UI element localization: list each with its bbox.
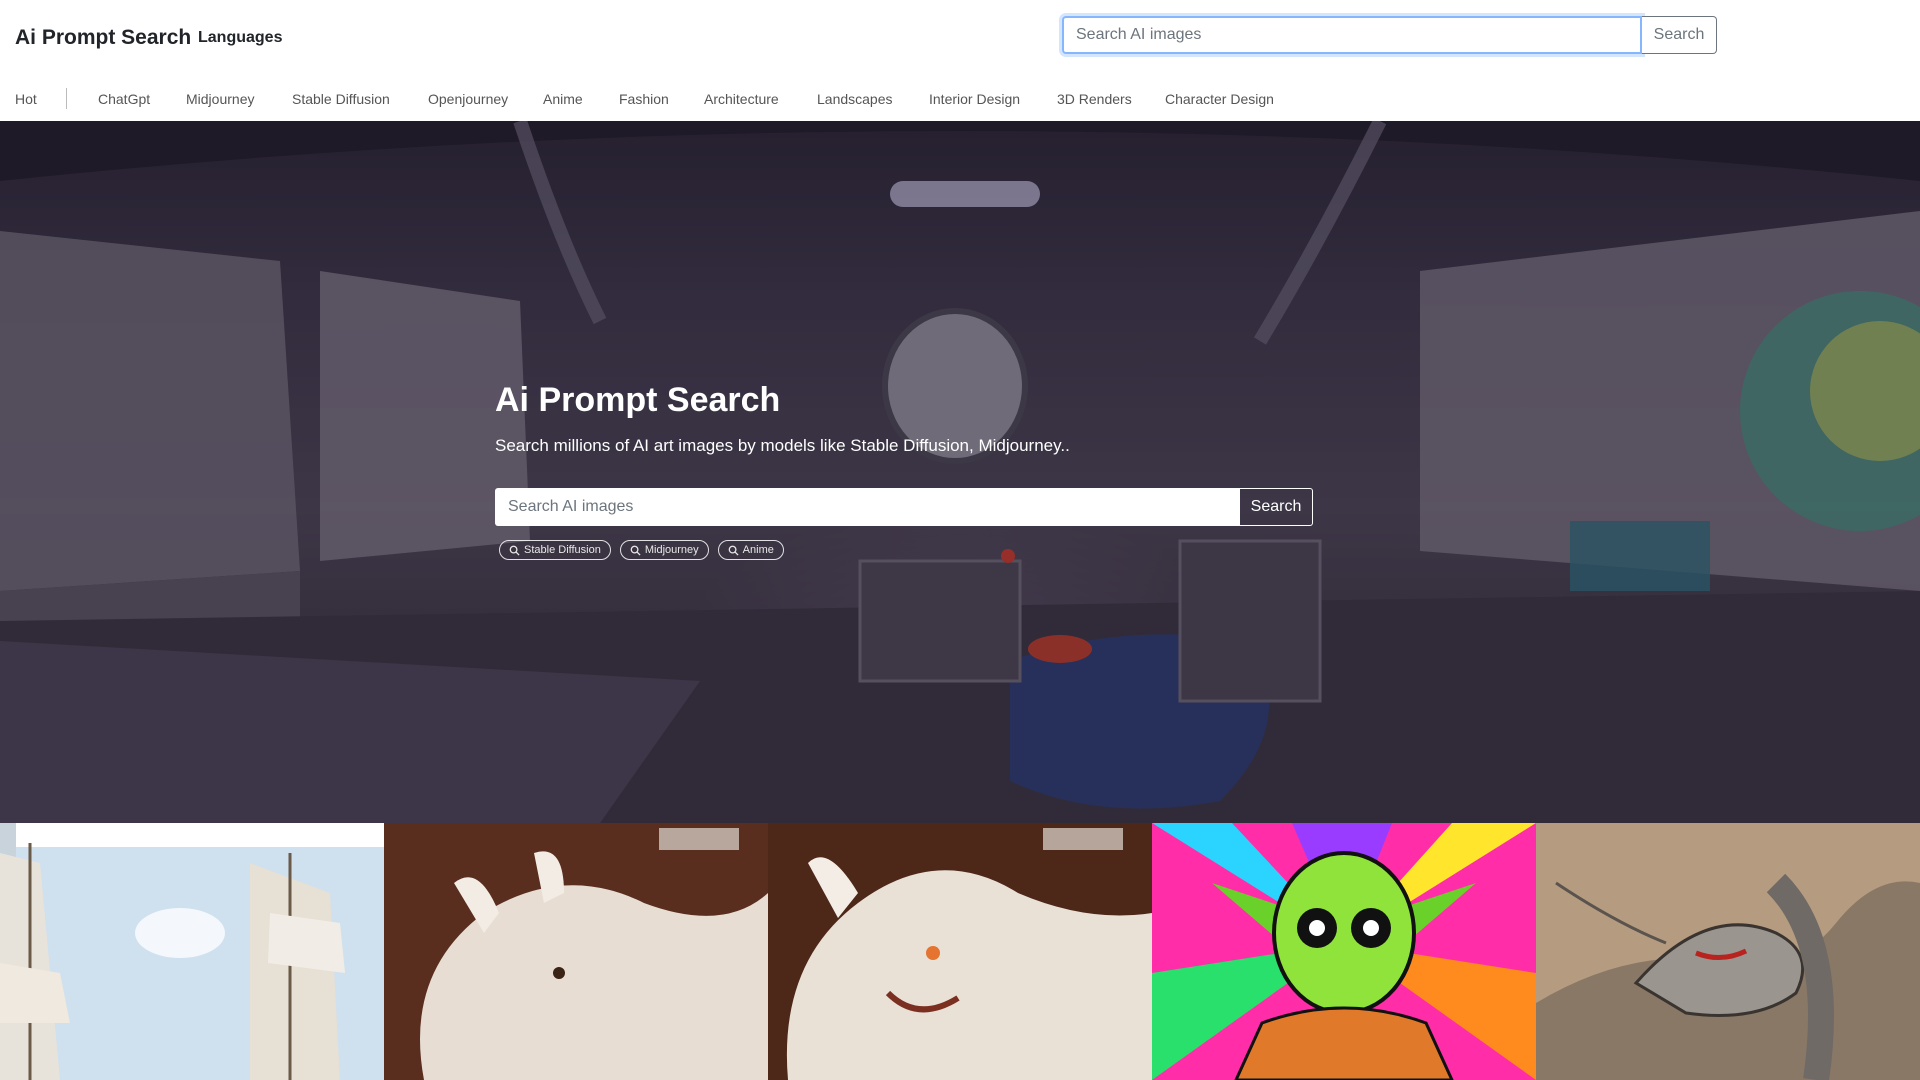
nav-divider [66,88,67,109]
image-gallery [0,823,1920,1080]
chip-midjourney[interactable]: Midjourney [619,540,709,560]
hero-title: Ai Prompt Search [495,381,781,419]
category-fashion[interactable]: Fashion [619,91,669,107]
top-header: Ai Prompt Search Languages Search [0,0,1920,78]
category-hot[interactable]: Hot [15,91,37,107]
suggested-searches: Stable Diffusion Midjourney Anime [495,540,1345,560]
chip-stable-diffusion[interactable]: Stable Diffusion [499,540,611,560]
hero-content: Ai Prompt Search Search millions of AI a… [495,381,1345,560]
category-architecture[interactable]: Architecture [704,91,779,107]
gallery-image-dragon[interactable] [1536,823,1920,1080]
chip-label: Midjourney [644,544,699,556]
header-search-form: Search [1062,16,1717,54]
category-anime[interactable]: Anime [543,91,583,107]
gallery-image-psychedelic-character[interactable] [1152,823,1536,1080]
header-search-input[interactable] [1062,16,1642,54]
hero-subtitle: Search millions of AI art images by mode… [495,436,1070,455]
category-character-design[interactable]: Character Design [1165,91,1274,107]
brand-logo[interactable]: Ai Prompt Search [15,26,191,50]
category-nav: Hot ChatGpt Midjourney Stable Diffusion … [0,78,1920,121]
category-midjourney[interactable]: Midjourney [186,91,254,107]
category-chatgpt[interactable]: ChatGpt [98,91,150,107]
search-icon [509,545,520,556]
hero-search-input[interactable] [495,488,1239,526]
gallery-image-white-creature-2[interactable] [768,823,1152,1080]
category-3d-renders[interactable]: 3D Renders [1057,91,1132,107]
category-stable-diffusion[interactable]: Stable Diffusion [292,91,390,107]
category-interior-design[interactable]: Interior Design [929,91,1020,107]
header-search-button[interactable]: Search [1642,16,1717,54]
category-openjourney[interactable]: Openjourney [428,91,508,107]
chip-anime[interactable]: Anime [717,540,784,560]
chip-label: Anime [742,544,774,556]
chip-label: Stable Diffusion [524,544,601,556]
search-icon [728,545,739,556]
hero-search-button[interactable]: Search [1239,488,1313,526]
hero-banner: Ai Prompt Search Search millions of AI a… [0,121,1920,823]
languages-menu[interactable]: Languages [198,29,282,47]
gallery-image-ships[interactable] [0,823,384,1080]
gallery-image-white-creature-1[interactable] [384,823,768,1080]
category-landscapes[interactable]: Landscapes [817,91,893,107]
search-icon [630,545,641,556]
hero-search-form: Search [495,488,1345,526]
